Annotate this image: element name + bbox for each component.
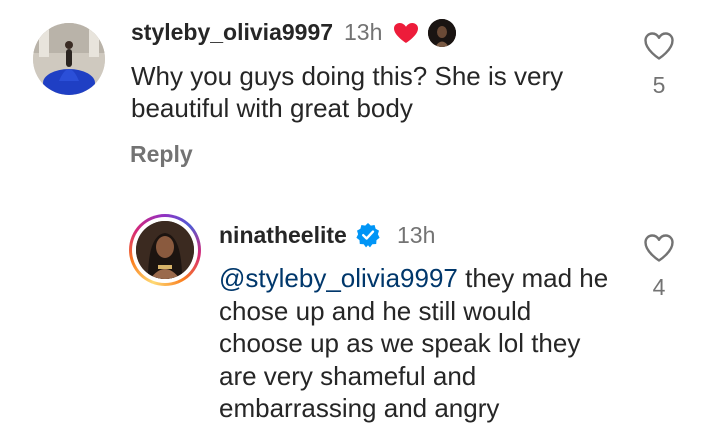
avatar-photo (136, 221, 194, 279)
avatar[interactable] (136, 221, 194, 279)
comment-text: @styleby_olivia9997 they mad he chose up… (219, 262, 619, 425)
avatar[interactable] (33, 23, 105, 95)
like-count: 5 (652, 72, 666, 98)
heart-filled-icon (393, 22, 419, 44)
verified-badge-icon (355, 222, 381, 248)
comment-timestamp: 13h (344, 19, 383, 45)
author-avatar (428, 19, 456, 47)
comment-username[interactable]: styleby_olivia9997 (131, 17, 333, 47)
comment-username[interactable]: ninatheelite (219, 220, 347, 250)
heart-outline-icon[interactable] (643, 233, 675, 263)
avatar-photo (33, 23, 105, 95)
mention-link[interactable]: @styleby_olivia9997 (219, 263, 458, 293)
story-ring-gap (132, 217, 198, 283)
heart-outline-icon[interactable] (643, 31, 675, 61)
reply-button[interactable]: Reply (130, 139, 193, 169)
like-count: 4 (652, 274, 666, 300)
comment-text: Why you guys doing this? She is very bea… (131, 61, 564, 123)
comment-timestamp: 13h (397, 222, 436, 248)
story-ring[interactable] (129, 214, 201, 286)
